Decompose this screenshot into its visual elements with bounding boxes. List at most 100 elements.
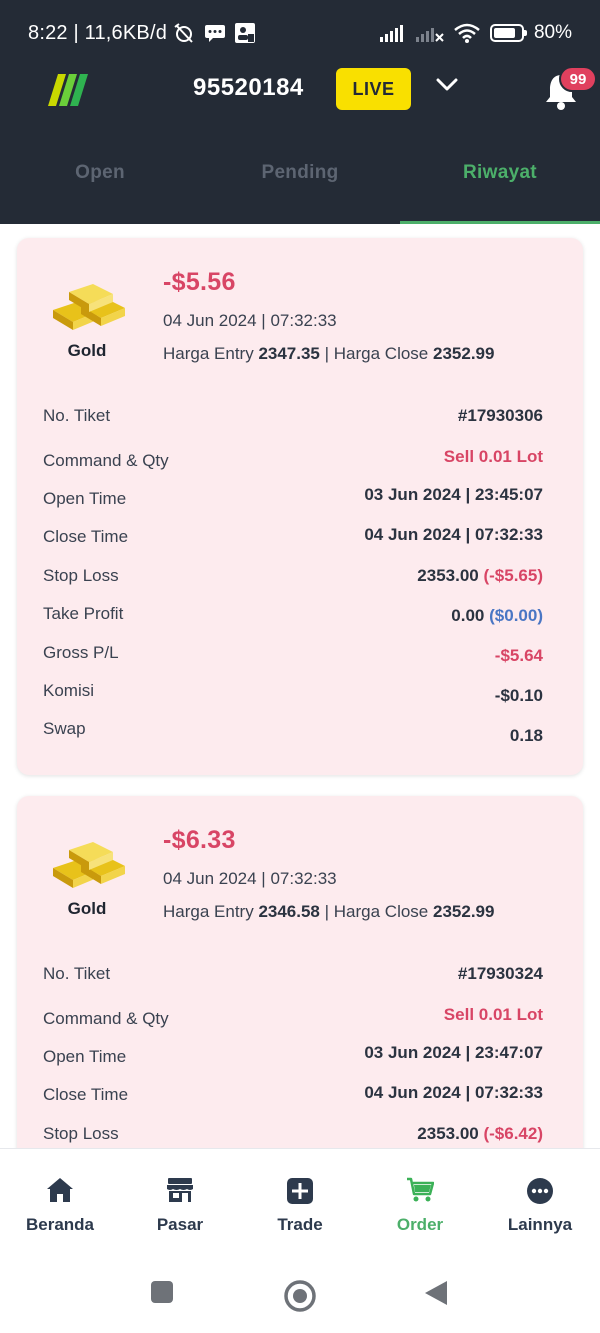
- detail-value: Sell 0.01 Lot: [443, 1005, 543, 1024]
- nav-label: Order: [396, 1215, 444, 1234]
- status-notification-icons: [172, 22, 256, 44]
- detail-label: Close Time: [43, 527, 129, 546]
- close-price: 2352.99: [433, 344, 495, 363]
- app-logo-icon: [48, 74, 88, 106]
- tab-open[interactable]: Open: [0, 150, 200, 224]
- battery-icon: [489, 24, 527, 42]
- detail-label: Open Time: [43, 1047, 127, 1066]
- order-tabs: Open Pending Riwayat: [0, 150, 600, 224]
- gold-bars-icon: [53, 284, 125, 330]
- order-datetime: 04 Jun 2024 | 07:32:33: [163, 869, 337, 888]
- detail-value: 04 Jun 2024 | 07:32:33: [364, 525, 543, 544]
- order-summary: Gold -$5.56 04 Jun 2024 | 07:32:33 Harga…: [17, 238, 583, 378]
- notification-count-badge: 99: [559, 66, 597, 92]
- message-icon: [205, 25, 225, 42]
- order-prices: Harga Entry 2346.58 | Harga Close 2352.9…: [163, 902, 494, 922]
- take-profit-amount: ($0.00): [489, 606, 543, 625]
- order-datetime: 04 Jun 2024 | 07:32:33: [163, 311, 337, 330]
- signal-off-icon: [415, 28, 444, 42]
- back-icon[interactable]: [424, 1280, 448, 1306]
- detail-value: #17930306: [457, 406, 543, 425]
- asset-name: Gold: [67, 341, 107, 360]
- detail-label: Swap: [43, 719, 86, 738]
- nav-trade[interactable]: Trade: [240, 1149, 360, 1242]
- price-separator: |: [319, 344, 334, 363]
- entry-price: 2347.35: [258, 344, 320, 363]
- detail-label: Open Time: [43, 489, 127, 508]
- more-icon: [527, 1178, 553, 1204]
- entry-price: 2346.58: [258, 902, 320, 921]
- system-navigation-bar: [0, 1242, 600, 1333]
- gold-bars-icon: [53, 842, 125, 888]
- battery-percent: 80%: [533, 22, 572, 43]
- tab-riwayat[interactable]: Riwayat: [400, 150, 600, 224]
- detail-label: Close Time: [43, 1085, 129, 1104]
- detail-label: Gross P/L: [43, 643, 119, 662]
- nav-pasar[interactable]: Pasar: [120, 1149, 240, 1242]
- detail-label: Komisi: [43, 681, 95, 700]
- detail-value: 04 Jun 2024 | 07:32:33: [364, 1083, 543, 1102]
- order-pnl: -$6.33: [163, 826, 236, 854]
- account-number[interactable]: 95520184: [193, 74, 304, 102]
- cart-icon: [407, 1177, 434, 1202]
- store-icon: [167, 1178, 193, 1202]
- recents-icon[interactable]: [150, 1280, 174, 1304]
- detail-row-open-time: Open Time 03 Jun 2024 | 23:47:07: [17, 1043, 583, 1077]
- detail-row-swap: Swap 0.18: [17, 719, 583, 749]
- home-button-icon[interactable]: [283, 1279, 317, 1313]
- nav-label: Trade: [277, 1215, 323, 1234]
- status-time: 8:22 | 11,6KB/d: [28, 22, 168, 44]
- detail-row-stop-loss: Stop Loss 2353.00 (-$6.42): [17, 1124, 583, 1148]
- stop-loss-amount: (-$6.42): [483, 1124, 543, 1143]
- detail-value: #17930324: [457, 964, 543, 983]
- detail-label: No. Tiket: [43, 964, 111, 983]
- order-pnl: -$5.56: [163, 268, 236, 296]
- app-header: 8:22 | 11,6KB/d 80% 95520184 LIVE 99 Ope…: [0, 0, 600, 224]
- close-price-label: Harga Close: [333, 902, 429, 921]
- chevron-down-icon[interactable]: [436, 78, 458, 92]
- nav-order[interactable]: Order: [360, 1149, 480, 1242]
- signal-icon: [379, 25, 403, 42]
- alarm-off-icon: [174, 23, 193, 43]
- detail-label: Stop Loss: [43, 1124, 119, 1143]
- order-card[interactable]: Gold -$5.56 04 Jun 2024 | 07:32:33 Harga…: [17, 238, 583, 775]
- detail-row-gross-pl: Gross P/L -$5.64: [17, 643, 583, 673]
- detail-row-ticket: No. Tiket #17930324: [17, 964, 583, 994]
- detail-label: Take Profit: [43, 604, 124, 623]
- home-icon: [47, 1178, 73, 1202]
- detail-row-close-time: Close Time 04 Jun 2024 | 07:32:33: [17, 1083, 583, 1115]
- close-price: 2352.99: [433, 902, 495, 921]
- entry-price-label: Harga Entry: [163, 344, 254, 363]
- price-separator: |: [319, 902, 334, 921]
- bottom-navigation: Beranda Pasar Trade Order Lainnya: [0, 1148, 600, 1242]
- order-card[interactable]: Gold -$6.33 04 Jun 2024 | 07:32:33 Harga…: [17, 796, 583, 1148]
- nav-beranda[interactable]: Beranda: [0, 1149, 120, 1242]
- detail-value: 2353.00 (-$5.65): [417, 566, 543, 586]
- detail-label: Command & Qty: [43, 1009, 169, 1028]
- take-profit-price: 0.00: [451, 606, 485, 625]
- live-badge[interactable]: LIVE: [336, 68, 411, 110]
- detail-row-stop-loss: Stop Loss 2353.00 (-$5.65): [17, 566, 583, 596]
- status-bar: 8:22 | 11,6KB/d 80%: [0, 0, 600, 68]
- close-price-label: Harga Close: [333, 344, 429, 363]
- detail-row-ticket: No. Tiket #17930306: [17, 406, 583, 436]
- detail-row-take-profit: Take Profit 0.00 ($0.00): [17, 604, 583, 634]
- detail-row-close-time: Close Time 04 Jun 2024 | 07:32:33: [17, 525, 583, 557]
- order-prices: Harga Entry 2347.35 | Harga Close 2352.9…: [163, 344, 494, 364]
- stop-loss-price: 2353.00: [417, 1124, 479, 1143]
- detail-row-command: Command & Qty Sell 0.01 Lot: [17, 1005, 583, 1039]
- detail-row-command: Command & Qty Sell 0.01 Lot: [17, 447, 583, 481]
- order-history-list[interactable]: Gold -$5.56 04 Jun 2024 | 07:32:33 Harga…: [0, 224, 600, 1148]
- nav-label: Beranda: [25, 1215, 95, 1234]
- detail-value: 0.00 ($0.00): [451, 606, 543, 626]
- nav-label: Pasar: [156, 1215, 204, 1234]
- app-bar: 95520184 LIVE 99: [0, 66, 600, 114]
- stop-loss-amount: (-$5.65): [483, 566, 543, 585]
- nav-lainnya[interactable]: Lainnya: [480, 1149, 600, 1242]
- detail-value: -$0.10: [494, 686, 543, 705]
- tab-pending[interactable]: Pending: [200, 150, 400, 224]
- detail-row-commission: Komisi -$0.10: [17, 681, 583, 711]
- contact-icon: [235, 23, 255, 43]
- detail-label: No. Tiket: [43, 406, 111, 425]
- plus-square-icon: [287, 1178, 313, 1204]
